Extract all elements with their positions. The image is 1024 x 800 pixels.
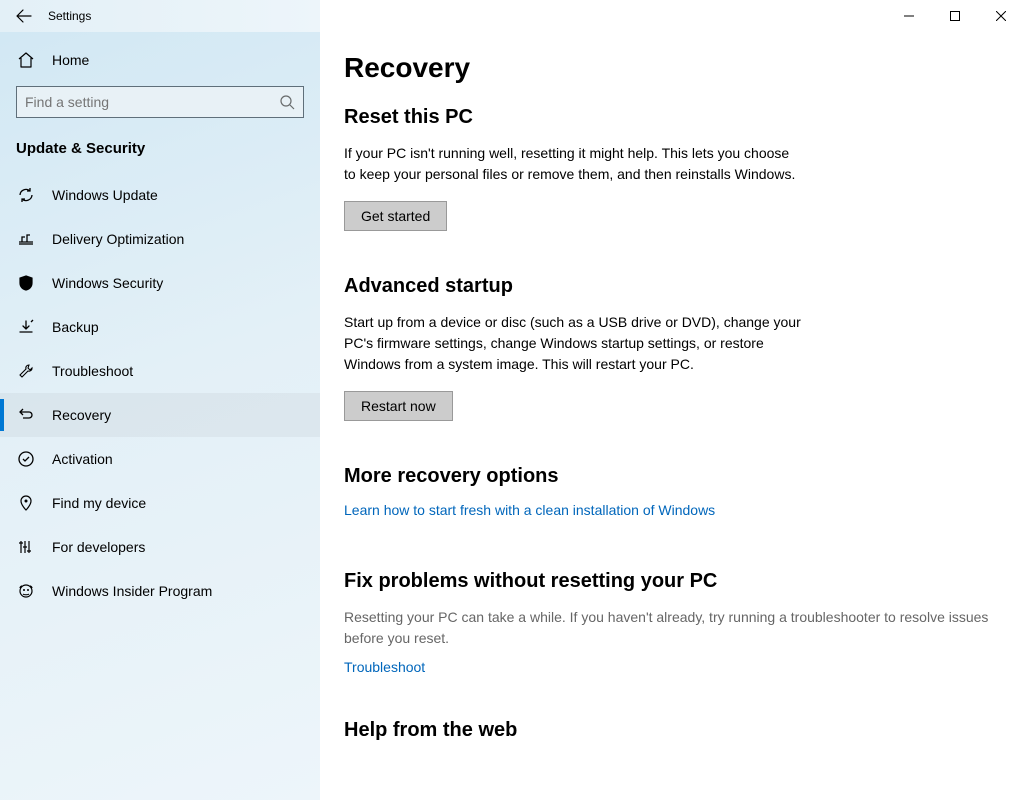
search-input[interactable]	[25, 94, 279, 110]
titlebar: Settings	[0, 0, 1024, 32]
sidebar-category: Update & Security	[0, 126, 320, 167]
page-title: Recovery	[344, 52, 1000, 84]
check-circle-icon	[16, 449, 36, 469]
sidebar-item-label: Backup	[52, 319, 99, 335]
sidebar-item-label: For developers	[52, 539, 145, 555]
search-icon	[279, 94, 295, 110]
close-button[interactable]	[978, 0, 1024, 32]
sidebar-item-label: Delivery Optimization	[52, 231, 184, 247]
insider-icon	[16, 581, 36, 601]
sidebar-item-troubleshoot[interactable]: Troubleshoot	[0, 349, 320, 393]
sidebar-item-windows-insider[interactable]: Windows Insider Program	[0, 569, 320, 613]
location-icon	[16, 493, 36, 513]
advanced-description: Start up from a device or disc (such as …	[344, 312, 804, 375]
sidebar-item-activation[interactable]: Activation	[0, 437, 320, 481]
search-box[interactable]	[16, 86, 304, 118]
sidebar-item-label: Troubleshoot	[52, 363, 133, 379]
settings-window: Settings Home	[0, 0, 1024, 800]
developer-icon	[16, 537, 36, 557]
more-recovery-section: More recovery options Learn how to start…	[344, 465, 1000, 518]
maximize-button[interactable]	[932, 0, 978, 32]
sidebar-item-recovery[interactable]: Recovery	[0, 393, 320, 437]
wrench-icon	[16, 361, 36, 381]
sidebar-item-label: Windows Security	[52, 275, 163, 291]
backup-icon	[16, 317, 36, 337]
troubleshoot-link[interactable]: Troubleshoot	[344, 659, 1000, 675]
advanced-startup-section: Advanced startup Start up from a device …	[344, 275, 1000, 421]
sidebar-item-windows-security[interactable]: Windows Security	[0, 261, 320, 305]
sidebar-item-label: Find my device	[52, 495, 146, 511]
sidebar-nav: Windows Update Delivery Optimization Win…	[0, 167, 320, 613]
minimize-icon	[904, 11, 914, 21]
sidebar-item-label: Windows Insider Program	[52, 583, 212, 599]
get-started-button[interactable]: Get started	[344, 201, 447, 231]
window-title: Settings	[48, 9, 91, 23]
sidebar-item-label: Windows Update	[52, 187, 158, 203]
home-icon	[16, 50, 36, 70]
shield-icon	[16, 273, 36, 293]
reset-section: Reset this PC If your PC isn't running w…	[344, 106, 1000, 231]
reset-description: If your PC isn't running well, resetting…	[344, 143, 804, 185]
maximize-icon	[950, 11, 960, 21]
sidebar-home[interactable]: Home	[0, 38, 320, 82]
close-icon	[996, 11, 1006, 21]
sync-icon	[16, 185, 36, 205]
back-button[interactable]	[0, 0, 48, 32]
minimize-button[interactable]	[886, 0, 932, 32]
sidebar-item-backup[interactable]: Backup	[0, 305, 320, 349]
fix-description: Resetting your PC can take a while. If y…	[344, 607, 1000, 649]
content-pane[interactable]: Recovery Reset this PC If your PC isn't …	[320, 32, 1024, 800]
sidebar-item-find-my-device[interactable]: Find my device	[0, 481, 320, 525]
advanced-heading: Advanced startup	[344, 275, 1000, 298]
sidebar: Home Update & Security Windows Update	[0, 32, 320, 800]
reset-heading: Reset this PC	[344, 106, 1000, 129]
fix-heading: Fix problems without resetting your PC	[344, 570, 1000, 593]
sidebar-home-label: Home	[52, 52, 89, 68]
more-recovery-heading: More recovery options	[344, 465, 1000, 488]
help-from-web-section: Help from the web	[344, 719, 1000, 742]
sidebar-item-label: Activation	[52, 451, 113, 467]
sidebar-item-for-developers[interactable]: For developers	[0, 525, 320, 569]
restart-now-button[interactable]: Restart now	[344, 391, 453, 421]
sidebar-item-windows-update[interactable]: Windows Update	[0, 173, 320, 217]
fix-problems-section: Fix problems without resetting your PC R…	[344, 570, 1000, 675]
sidebar-item-delivery-optimization[interactable]: Delivery Optimization	[0, 217, 320, 261]
back-arrow-icon	[16, 8, 32, 24]
help-heading: Help from the web	[344, 719, 1000, 742]
delivery-icon	[16, 229, 36, 249]
recovery-icon	[16, 405, 36, 425]
start-fresh-link[interactable]: Learn how to start fresh with a clean in…	[344, 502, 1000, 518]
sidebar-item-label: Recovery	[52, 407, 111, 423]
